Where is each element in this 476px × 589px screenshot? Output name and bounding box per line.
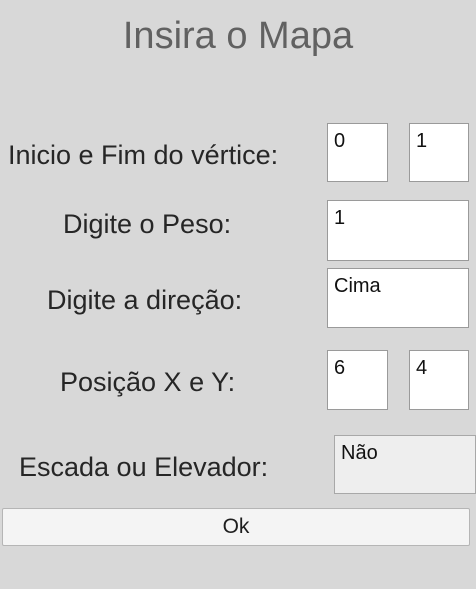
page-title: Insira o Mapa	[122, 15, 354, 57]
vertex-end-input[interactable]: 1	[409, 123, 469, 182]
position-label: Posição X e Y:	[60, 367, 236, 397]
ok-button[interactable]: Ok	[2, 508, 470, 546]
vertex-start-input[interactable]: 0	[327, 123, 388, 182]
floor-type-label: Escada ou Elevador:	[19, 452, 269, 482]
position-x-input[interactable]: 6	[327, 350, 388, 410]
direction-label: Digite a direção:	[47, 285, 243, 315]
position-y-input[interactable]: 4	[409, 350, 469, 410]
weight-label: Digite o Peso:	[63, 209, 232, 239]
vertex-label: Inicio e Fim do vértice:	[8, 140, 279, 170]
floor-type-input[interactable]: Não	[334, 435, 476, 494]
weight-input[interactable]: 1	[327, 200, 469, 261]
direction-input[interactable]: Cima	[327, 268, 469, 328]
